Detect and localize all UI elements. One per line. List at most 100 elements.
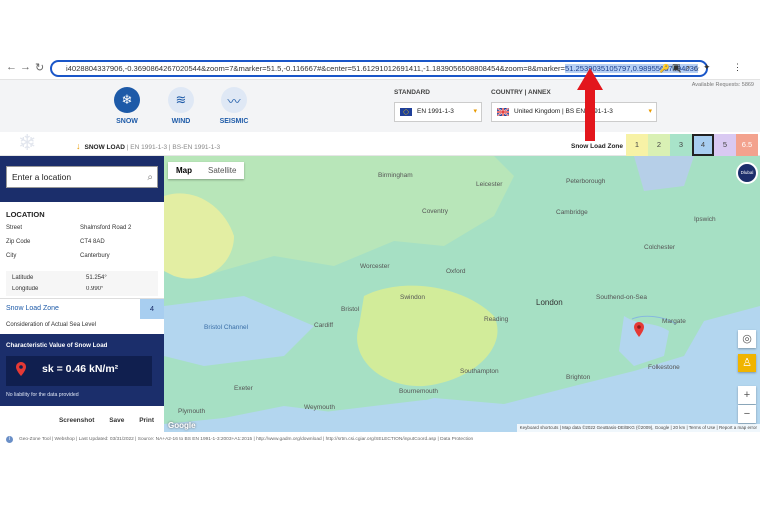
standard-value: EN 1991-1-3 <box>417 108 454 115</box>
available-requests: Available Requests: 5869 <box>691 82 754 88</box>
browser-toolbar: ← → ↻ i4028804337906,-0.3690864267020544… <box>0 58 760 80</box>
place-label: Exeter <box>234 385 253 392</box>
place-label: Birmingham <box>378 172 413 179</box>
snow-load-zone-value: 4 <box>140 299 164 319</box>
place-label: Reading <box>484 316 509 323</box>
tab-wind[interactable]: ≋ WIND <box>156 87 206 125</box>
tab-seismic-label: SEISMIC <box>219 118 249 125</box>
place-label: Colchester <box>644 244 676 251</box>
map-pin-icon <box>16 362 26 376</box>
zone-2[interactable]: 2 <box>648 134 670 156</box>
zone-1[interactable]: 1 <box>626 134 648 156</box>
zoom-in-button[interactable]: + <box>738 386 756 404</box>
standard-label: STANDARD <box>394 89 430 96</box>
place-label: Worcester <box>360 263 390 270</box>
place-label: Bristol Channel <box>204 324 249 331</box>
coordinates-box: Latitude 51.254° Longitude 0.990° <box>6 271 158 296</box>
field-city: City Canterbury <box>0 253 164 267</box>
map-attribution[interactable]: Keyboard shortcuts | Map data ©2022 GeoB… <box>516 424 760 432</box>
tab-satellite[interactable]: Satellite <box>200 162 244 179</box>
tab-wind-label: WIND <box>171 118 191 125</box>
longitude-row: Longitude 0.990° <box>6 286 158 292</box>
sea-level-consideration[interactable]: Consideration of Actual Sea Level <box>6 322 96 328</box>
url-text: i4028804337906,-0.3690864267020544&zoom=… <box>66 64 565 73</box>
field-label: City <box>6 253 17 259</box>
zone-4-selected[interactable]: 4 <box>692 134 714 156</box>
search-icon[interactable]: ⌕ <box>147 168 153 188</box>
map-canvas <box>164 156 760 432</box>
chevron-down-icon: ▾ <box>648 108 652 115</box>
save-button[interactable]: Save <box>109 417 124 424</box>
field-value: Shalmsford Road 2 <box>80 225 132 231</box>
browser-extension-icons[interactable]: ▣ ✦ ⋮ <box>672 62 752 73</box>
tab-map[interactable]: Map <box>168 162 200 179</box>
field-label: Street <box>6 225 23 231</box>
characteristic-value-box: Characteristic Value of Snow Load sk = 0… <box>0 334 164 406</box>
screenshot-button[interactable]: Screenshot <box>59 417 94 424</box>
zone-3[interactable]: 3 <box>670 134 692 156</box>
longitude-value: 0.990° <box>86 286 104 292</box>
place-label: Folkestone <box>648 364 680 371</box>
tab-seismic[interactable]: 〰 SEISMIC <box>209 87 259 125</box>
map[interactable]: Map Satellite Birmingham Coventry Leices… <box>164 156 760 432</box>
tab-snow-label: SNOW <box>116 118 138 125</box>
snowflake-decoration-icon: ❄ <box>18 130 37 155</box>
breadcrumb: ↓ SNOW LOAD | EN 1991-1-3 | BS-EN 1991-1-… <box>76 141 220 151</box>
snow-load-zone-row: Snow Load Zone 4 <box>0 298 164 319</box>
map-type-tabs: Map Satellite <box>168 162 245 179</box>
locate-me-icon[interactable]: ◎ <box>738 330 756 348</box>
snow-load-result: sk = 0.46 kN/m² <box>6 356 152 386</box>
red-arrow-annotation-icon <box>577 68 603 141</box>
uk-flag-icon <box>497 108 509 116</box>
zone-5[interactable]: 5 <box>714 134 736 156</box>
place-label: Bournemouth <box>399 388 439 395</box>
no-liability-note: No liability for the data provided <box>6 392 79 398</box>
search-area: Enter a location ⌕ <box>0 156 164 202</box>
location-marker-icon[interactable] <box>634 322 644 337</box>
app-header: ❄ SNOW ≋ WIND 〰 SEISMIC STANDARD EN 1991… <box>0 80 760 132</box>
place-label: Southend-on-Sea <box>596 294 647 301</box>
wind-icon: ≋ <box>168 87 194 113</box>
place-label: Peterborough <box>566 178 606 185</box>
street-view-pegman-icon[interactable]: ♙ <box>738 354 756 372</box>
place-label: Cardiff <box>314 322 334 329</box>
snowflake-icon: ❄ <box>114 87 140 113</box>
field-value: CT4 8AD <box>80 239 105 245</box>
zoom-out-button[interactable]: − <box>738 405 756 423</box>
address-bar[interactable]: i4028804337906,-0.3690864267020544&zoom=… <box>50 60 708 77</box>
breadcrumb-active[interactable]: SNOW LOAD <box>85 144 125 151</box>
sidebar: Enter a location ⌕ LOCATION Street Shalms… <box>0 156 164 431</box>
place-label: Bristol <box>341 306 360 313</box>
tab-snow[interactable]: ❄ SNOW <box>102 87 152 125</box>
print-button[interactable]: Print <box>139 417 154 424</box>
back-arrow-icon[interactable]: ← <box>6 61 17 73</box>
latitude-value: 51.254° <box>86 275 107 281</box>
reload-icon[interactable]: ↻ <box>35 61 44 74</box>
zone-legend: 1 2 3 4 5 6.5 <box>626 134 758 156</box>
location-title: LOCATION <box>6 210 45 219</box>
location-search-input[interactable]: Enter a location ⌕ <box>6 166 158 188</box>
footer-text: Geo-Zone Tool | Webshop | Last Updated: … <box>19 437 474 442</box>
country-label: COUNTRY | ANNEX <box>491 89 551 96</box>
latitude-row: Latitude 51.254° <box>6 275 158 286</box>
place-label: Brighton <box>566 374 591 381</box>
eu-flag-icon <box>400 108 412 116</box>
forward-arrow-icon[interactable]: → <box>20 61 31 73</box>
place-label: London <box>536 298 563 307</box>
zone-6-5[interactable]: 6.5 <box>736 134 758 156</box>
field-label: Zip Code <box>6 239 31 245</box>
seismic-icon: 〰 <box>221 87 247 113</box>
place-label: Margate <box>662 318 686 325</box>
longitude-label: Longitude <box>12 286 39 292</box>
place-label: Coventry <box>422 208 449 215</box>
place-label: Cambridge <box>556 209 588 216</box>
standard-select[interactable]: EN 1991-1-3 ▾ <box>394 102 482 122</box>
place-label: Oxford <box>446 268 466 275</box>
footer: i Geo-Zone Tool | Webshop | Last Updated:… <box>6 436 473 443</box>
place-label: Plymouth <box>178 408 206 415</box>
country-select[interactable]: United Kingdom | BS EN 1991-1-3 ▾ <box>491 102 657 122</box>
chevron-down-icon: ▾ <box>473 108 477 115</box>
dlubal-logo[interactable]: Dlubal <box>736 162 758 184</box>
field-value: Canterbury <box>80 253 110 259</box>
latitude-label: Latitude <box>12 275 34 281</box>
